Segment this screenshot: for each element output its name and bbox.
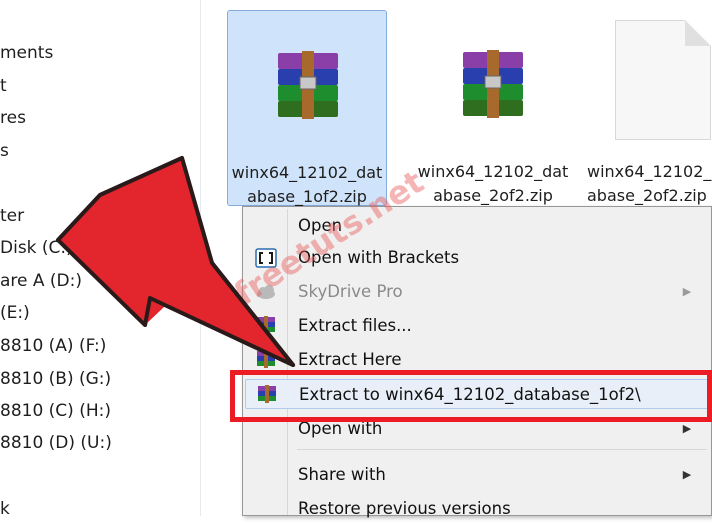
pointer-arrow-icon [56,156,295,367]
